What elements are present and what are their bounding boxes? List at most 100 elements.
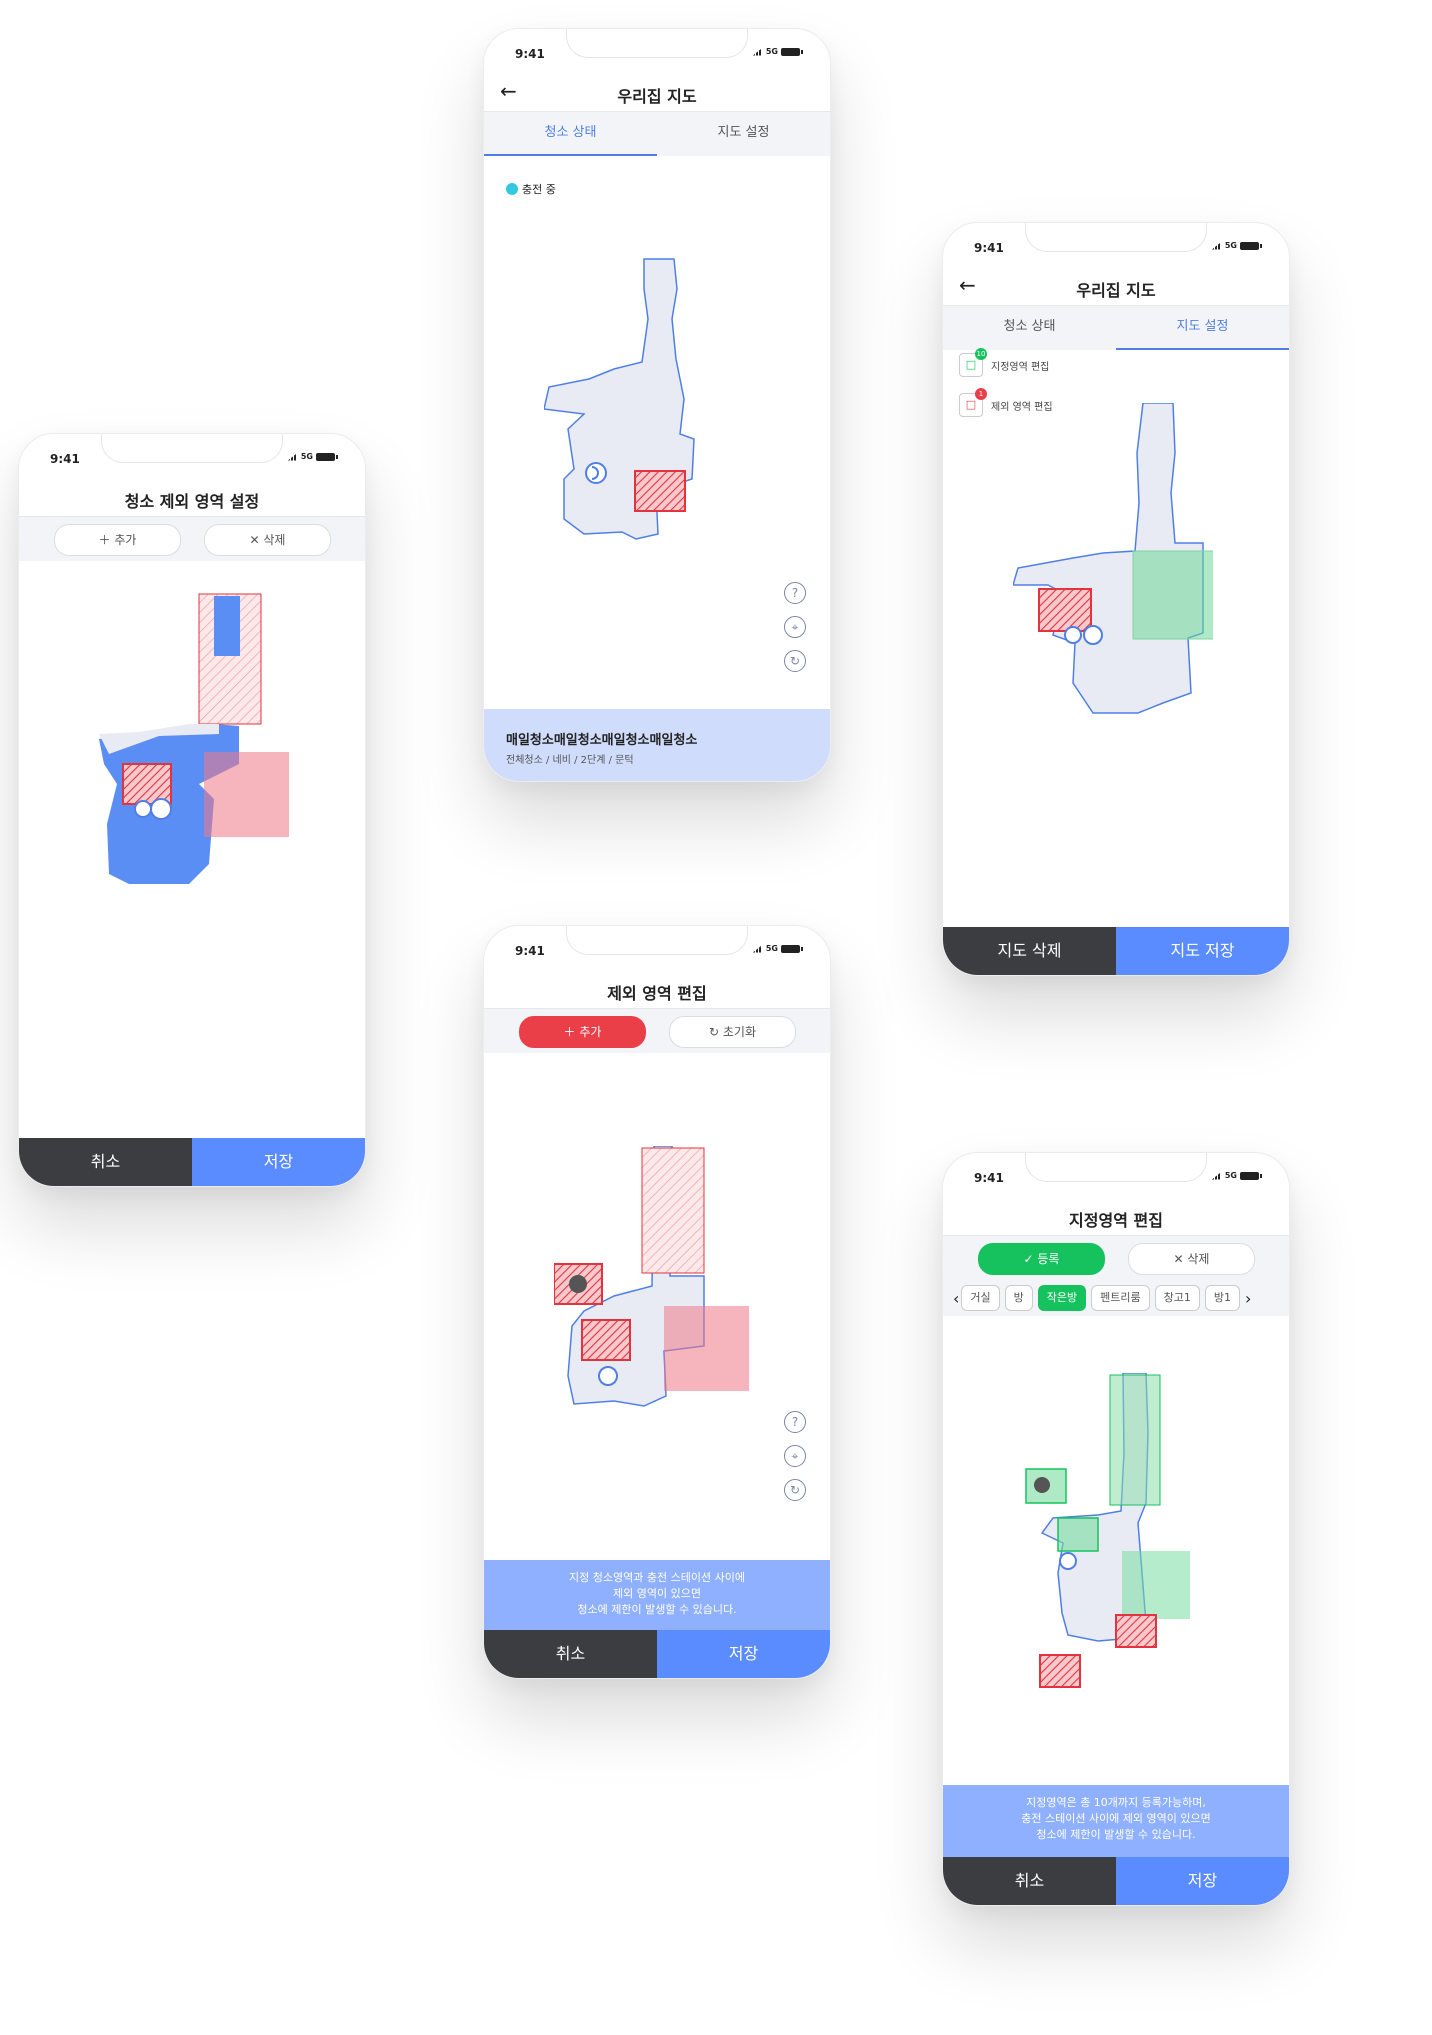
resize-handle-icon[interactable] (569, 1275, 587, 1293)
register-button[interactable]: ✓ 등록 (978, 1243, 1105, 1275)
robot-icon (585, 462, 607, 484)
tab-clean-status[interactable]: 청소 상태 (484, 112, 657, 156)
tab-map-settings[interactable]: 지도 설정 (1116, 306, 1289, 350)
notice-line: 제외 영역이 있으면 (613, 1587, 701, 1600)
locate-icon[interactable]: ⌖ (784, 616, 806, 638)
house-map[interactable] (1013, 403, 1213, 823)
clean-zone-pending[interactable] (1109, 1374, 1161, 1506)
save-map-button[interactable]: 지도 저장 (1116, 927, 1289, 975)
reset-button[interactable]: ↻ 초기화 (669, 1016, 796, 1048)
status-bar: 9:41 5G (484, 29, 830, 73)
signal-indicator: 5G (287, 452, 338, 461)
robot-icon (1083, 625, 1103, 645)
exclusion-zone[interactable] (634, 470, 686, 512)
charging-legend: 충전 중 (506, 181, 556, 197)
add-label: 추가 (114, 533, 137, 547)
add-label: 추가 (579, 1025, 602, 1039)
house-map[interactable] (554, 1146, 774, 1426)
schedule-card[interactable]: 매일청소매일청소매일청소매일청소 전체청소 / 네비 / 2단계 / 문턱 (484, 709, 830, 781)
tab-map-settings[interactable]: 지도 설정 (657, 112, 830, 156)
schedule-title: 매일청소매일청소매일청소매일청소 (506, 733, 698, 748)
status-bar: 9:41 5G (943, 223, 1289, 267)
robot-icon (150, 798, 172, 820)
rotate-icon[interactable]: ↻ (784, 650, 806, 672)
room-chip[interactable]: 펜트리룸 (1091, 1285, 1150, 1311)
exclusion-zone[interactable] (664, 1306, 749, 1391)
schedule-detail: 전체청소 / 네비 / 2단계 / 문턱 (506, 755, 634, 766)
locate-icon[interactable]: ⌖ (784, 1445, 806, 1467)
house-map[interactable] (99, 584, 319, 944)
cancel-button[interactable]: 취소 (484, 1630, 657, 1678)
signal-icon (287, 452, 298, 461)
room-chip[interactable]: 방 (1004, 1285, 1033, 1311)
house-map[interactable] (544, 229, 764, 649)
battery-icon (1240, 241, 1262, 250)
reset-label: 초기화 (722, 1025, 756, 1039)
notice-line: 충전 스테이션 사이에 제외 영역이 있으면 (1021, 1812, 1211, 1825)
zone-edit-link[interactable]: □ 10 지정영역 편집 (959, 348, 1049, 377)
notice-line: 지정영역은 총 10개까지 등록가능하며, (1026, 1796, 1206, 1809)
exclusion-zone[interactable] (581, 1319, 631, 1361)
notice-line: 청소에 제한이 발생할 수 있습니다. (1036, 1828, 1196, 1841)
room-chip[interactable]: 창고1 (1154, 1285, 1200, 1311)
chevron-right-icon[interactable]: › (1245, 1289, 1251, 1308)
action-row: ＋ 추가 ↻ 초기화 (484, 1009, 830, 1053)
add-button[interactable]: ＋ 추가 (519, 1016, 646, 1048)
network-label: 5G (765, 47, 778, 56)
robot-icon (1059, 1552, 1077, 1570)
notice-line: 지정 청소영역과 충전 스테이션 사이에 (569, 1571, 745, 1584)
save-button[interactable]: 저장 (657, 1630, 830, 1678)
delete-label: 삭제 (263, 533, 286, 547)
delete-map-button[interactable]: 지도 삭제 (943, 927, 1116, 975)
tab-clean-status[interactable]: 청소 상태 (943, 306, 1116, 350)
status-bar: 9:41 5G (943, 1153, 1289, 1197)
register-label: 등록 (1037, 1252, 1060, 1266)
status-time: 9:41 (50, 452, 80, 466)
exclusion-zone-pending[interactable] (641, 1147, 705, 1274)
notch (1025, 1153, 1207, 1182)
exclusion-zone[interactable] (1115, 1614, 1157, 1648)
rotate-icon[interactable]: ↻ (784, 1479, 806, 1501)
bottom-actions: 취소 저장 (484, 1630, 830, 1678)
notch (101, 434, 283, 463)
phone-map-settings: 9:41 5G ← 우리집 지도 청소 상태 지도 설정 □ 10 지정영역 편… (942, 222, 1290, 976)
room-chip-selected[interactable]: 작은방 (1037, 1285, 1087, 1311)
exclusion-zone[interactable] (122, 763, 172, 805)
status-time: 9:41 (515, 47, 545, 61)
room-chip[interactable]: 방1 (1204, 1285, 1241, 1311)
clean-zone[interactable] (1132, 550, 1213, 640)
status-bar: 9:41 5G (19, 434, 365, 478)
save-button[interactable]: 저장 (192, 1138, 365, 1186)
save-button[interactable]: 저장 (1116, 1857, 1289, 1905)
clean-zone[interactable] (1057, 1517, 1099, 1552)
battery-icon (1240, 1171, 1262, 1180)
app-header: ← 우리집 지도 (943, 267, 1289, 306)
signal-indicator: 5G (1211, 1171, 1262, 1180)
delete-button[interactable]: ✕ 삭제 (204, 524, 331, 556)
exclusion-zone[interactable] (204, 752, 289, 837)
exclusion-zone[interactable] (1038, 588, 1092, 632)
bottom-actions: 취소 저장 (19, 1138, 365, 1186)
chevron-left-icon[interactable]: ‹ (953, 1289, 959, 1308)
room-chip-row: ‹ 거실 방 작은방 펜트리룸 창고1 방1 › (943, 1280, 1289, 1316)
notch (566, 926, 748, 955)
phone-map-status: 9:41 5G ← 우리집 지도 청소 상태 지도 설정 충전 중 ? ⌖ ↻ … (483, 28, 831, 782)
add-button[interactable]: ＋ 추가 (54, 524, 181, 556)
action-row: ＋ 추가 ✕ 삭제 (19, 517, 365, 561)
house-map[interactable] (1018, 1373, 1238, 1703)
signal-indicator: 5G (752, 944, 803, 953)
delete-button[interactable]: ✕ 삭제 (1128, 1243, 1255, 1275)
cancel-button[interactable]: 취소 (943, 1857, 1116, 1905)
signal-icon (752, 944, 763, 953)
app-header: 지정영역 편집 (943, 1197, 1289, 1236)
help-icon[interactable]: ? (784, 1411, 806, 1433)
help-icon[interactable]: ? (784, 582, 806, 604)
signal-icon (1211, 1171, 1222, 1180)
cancel-button[interactable]: 취소 (19, 1138, 192, 1186)
warning-notice: 지정 청소영역과 충전 스테이션 사이에 제외 영역이 있으면 청소에 제한이 … (484, 1560, 830, 1630)
network-label: 5G (1224, 1171, 1237, 1180)
room-chip[interactable]: 거실 (961, 1285, 1000, 1311)
clean-zone[interactable] (1122, 1551, 1190, 1619)
resize-handle-icon[interactable] (1034, 1477, 1050, 1493)
exclusion-zone[interactable] (1039, 1654, 1081, 1688)
